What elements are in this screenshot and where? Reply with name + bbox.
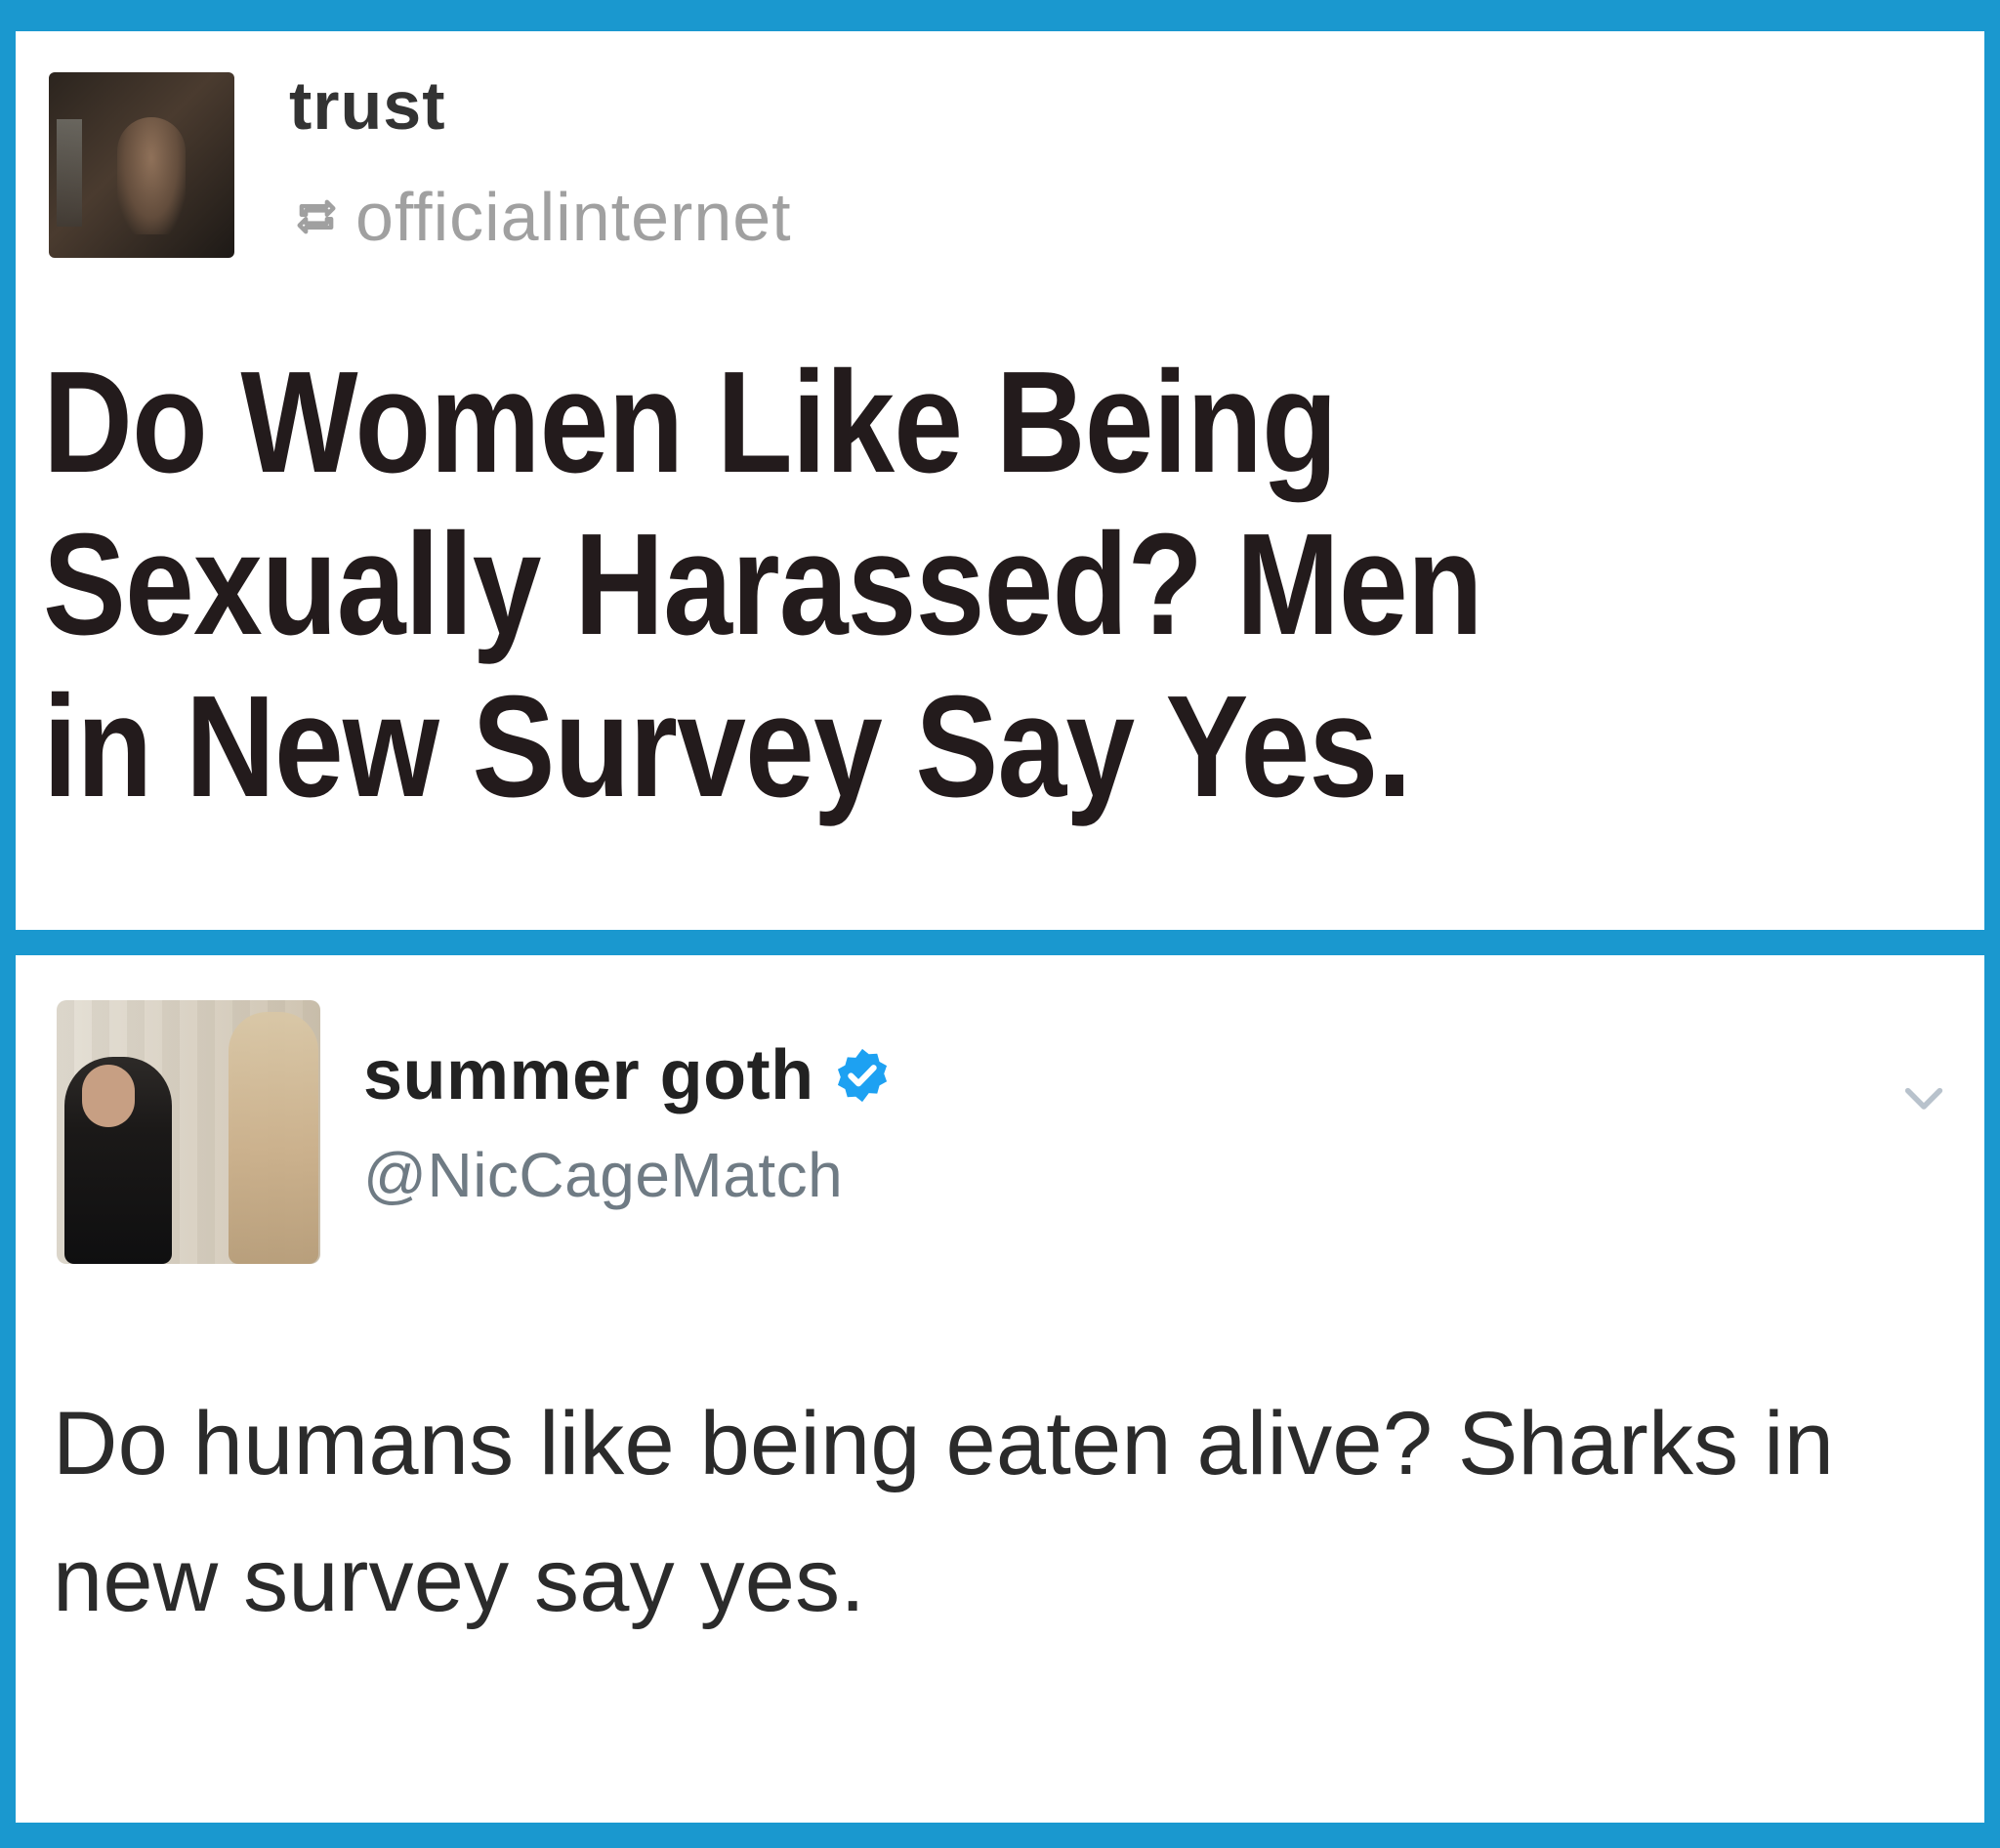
avatar-light <box>57 119 82 227</box>
avatar-statue <box>229 1012 318 1264</box>
reblogged-from[interactable]: officialinternet <box>355 178 792 256</box>
headline: Do Women Like Being Sexually Harassed? M… <box>43 342 1706 828</box>
headline-line: Do Women Like Being <box>43 342 1338 503</box>
verified-icon <box>837 1048 887 1103</box>
display-name[interactable]: summer goth <box>363 1035 814 1115</box>
headline-line: in New Survey Say Yes. <box>43 666 1412 827</box>
reblog-source[interactable]: officialinternet <box>291 178 792 256</box>
avatar-figure <box>117 117 186 234</box>
tweet-text: Do humans like being eaten alive? Sharks… <box>53 1394 1835 1630</box>
post-username[interactable]: trust <box>289 66 446 145</box>
avatar[interactable] <box>57 1000 320 1264</box>
chevron-down-icon[interactable] <box>1896 1072 1951 1127</box>
avatar-face <box>82 1065 135 1127</box>
headline-line: Sexually Harassed? Men <box>43 504 1483 665</box>
reblog-icon <box>297 199 336 234</box>
handle[interactable]: @NicCageMatch <box>363 1139 843 1211</box>
top-post-panel: trust officialinternet Do Women Like Bei… <box>16 31 1984 930</box>
tweet-panel: summer goth @NicCageMatch Do humans like… <box>16 955 1984 1823</box>
avatar[interactable] <box>49 72 234 258</box>
tweet-author[interactable]: summer goth <box>363 1035 893 1115</box>
